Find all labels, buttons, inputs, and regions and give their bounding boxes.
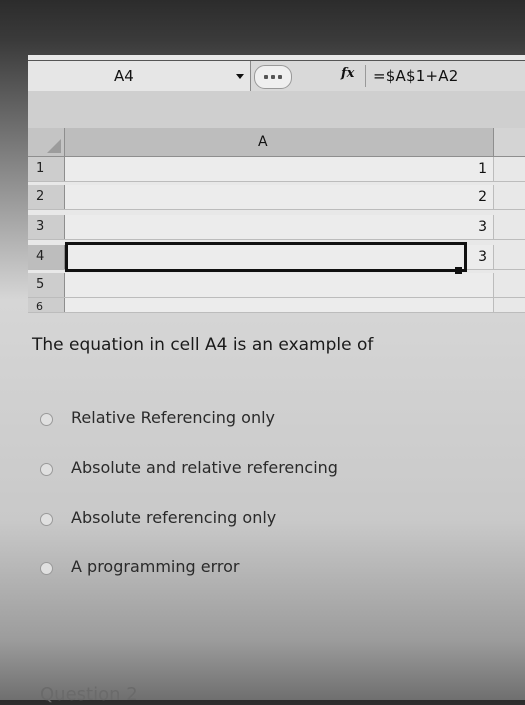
row-number: 6 xyxy=(36,300,43,313)
cell-value: 3 xyxy=(478,249,487,265)
radio-icon[interactable] xyxy=(40,413,53,426)
column-header-label: A xyxy=(258,134,268,150)
row-header[interactable]: 4 xyxy=(28,245,65,269)
cell-value: 1 xyxy=(478,161,487,177)
column-header-a[interactable]: A xyxy=(65,128,494,156)
row-header[interactable]: 5 xyxy=(28,273,65,297)
formula-input[interactable]: =$A$1+A2 xyxy=(373,67,458,85)
divider xyxy=(365,65,366,87)
name-box-value: A4 xyxy=(114,67,134,85)
row-header[interactable]: 1 xyxy=(28,157,65,181)
table-row: 3 3 xyxy=(28,215,525,240)
chevron-down-icon[interactable] xyxy=(236,74,244,79)
fx-icon[interactable]: fx xyxy=(341,66,354,81)
formula-bar: A4 fx =$A$1+A2 xyxy=(28,60,525,92)
answer-option-label: Absolute referencing only xyxy=(71,508,277,527)
select-all-icon xyxy=(47,139,61,153)
row-number: 1 xyxy=(36,161,45,176)
cell-a1[interactable]: 1 xyxy=(65,157,494,181)
radio-icon[interactable] xyxy=(40,513,53,526)
cell-value: 3 xyxy=(478,219,487,235)
cell-a5[interactable] xyxy=(65,273,494,297)
row-number: 5 xyxy=(36,277,45,292)
row-number: 3 xyxy=(36,219,45,234)
table-row: 5 xyxy=(28,273,525,298)
row-number: 2 xyxy=(36,189,45,204)
column-header-row: A xyxy=(28,128,525,157)
radio-icon[interactable] xyxy=(40,463,53,476)
row-number: 4 xyxy=(36,249,45,264)
row-header[interactable]: 2 xyxy=(28,185,65,209)
ribbon-spacer xyxy=(28,91,525,128)
answer-option-label: A programming error xyxy=(71,557,240,576)
cell-a6[interactable] xyxy=(65,298,494,312)
row-header[interactable]: 6 xyxy=(28,298,65,312)
fill-handle[interactable] xyxy=(455,267,462,274)
table-row: 2 2 xyxy=(28,185,525,210)
select-all-corner[interactable] xyxy=(28,128,65,156)
row-header[interactable]: 3 xyxy=(28,215,65,239)
radio-icon[interactable] xyxy=(40,562,53,575)
more-options-icon[interactable] xyxy=(254,65,292,89)
cell-a4[interactable]: 3 xyxy=(65,245,494,269)
table-row: 6 xyxy=(28,298,525,313)
cell-a3[interactable]: 3 xyxy=(65,215,494,239)
name-box[interactable]: A4 xyxy=(28,61,251,91)
question-text: The equation in cell A4 is an example of xyxy=(32,335,374,355)
table-row: 4 3 xyxy=(28,245,525,270)
answer-option-label: Relative Referencing only xyxy=(71,408,276,427)
cell-value: 2 xyxy=(478,189,487,205)
next-question-heading: Question 2 xyxy=(40,684,138,705)
answer-option-label: Absolute and relative referencing xyxy=(71,458,338,477)
table-row: 1 1 xyxy=(28,157,525,182)
cell-a2[interactable]: 2 xyxy=(65,185,494,209)
